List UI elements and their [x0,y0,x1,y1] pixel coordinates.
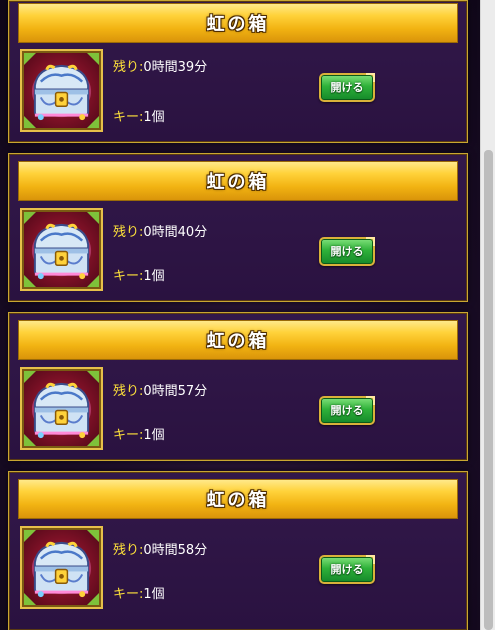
rainbow-box-card: 虹の箱 残り:0時間58分 キー:1個 開ける [8,471,468,630]
remaining-time: 残り:0時間58分 [113,539,207,558]
key-label: キー: [113,428,144,443]
open-button[interactable]: 開ける [319,73,375,102]
rainbow-chest-icon [27,215,96,284]
open-button[interactable]: 開ける [319,237,375,266]
rainbow-box-list: 虹の箱 残り:0時間39分 キー:1個 開ける 虹の箱 残り:0時間40分 キー… [0,0,480,630]
chest-frame [20,526,103,609]
chest-frame [20,367,103,450]
card-title: 虹の箱 [206,14,270,35]
key-count: キー:1個 [113,424,165,443]
rainbow-chest-icon [27,533,96,602]
card-title: 虹の箱 [206,172,270,193]
key-count: キー:1個 [113,583,165,602]
card-header: 虹の箱 [18,479,458,519]
key-count: キー:1個 [113,106,165,125]
remaining-time: 残り:0時間39分 [113,56,207,75]
rainbow-box-card: 虹の箱 残り:0時間40分 キー:1個 開ける [8,153,468,302]
remaining-label: 残り: [113,225,144,240]
remaining-time: 残り:0時間40分 [113,221,207,240]
key-value: 1個 [143,110,165,125]
remaining-value: 0時間39分 [143,60,208,75]
remaining-label: 残り: [113,60,144,75]
rainbow-box-card: 虹の箱 残り:0時間57分 キー:1個 開ける [8,312,468,461]
key-label: キー: [113,110,144,125]
chest-frame [20,208,103,291]
card-title: 虹の箱 [206,490,270,511]
scrollbar[interactable] [480,0,495,630]
key-label: キー: [113,587,144,602]
key-label: キー: [113,269,144,284]
open-button[interactable]: 開ける [319,555,375,584]
remaining-label: 残り: [113,543,144,558]
rainbow-box-card: 虹の箱 残り:0時間39分 キー:1個 開ける [8,0,468,143]
key-value: 1個 [143,428,165,443]
remaining-time: 残り:0時間57分 [113,380,207,399]
rainbow-chest-icon [27,56,96,125]
open-button[interactable]: 開ける [319,396,375,425]
scrollbar-thumb[interactable] [484,150,493,630]
key-value: 1個 [143,269,165,284]
rainbow-chest-icon [27,374,96,443]
card-header: 虹の箱 [18,3,458,43]
remaining-value: 0時間40分 [143,225,208,240]
key-value: 1個 [143,587,165,602]
card-title: 虹の箱 [206,331,270,352]
remaining-value: 0時間57分 [143,384,208,399]
chest-frame [20,49,103,132]
remaining-label: 残り: [113,384,144,399]
card-header: 虹の箱 [18,320,458,360]
key-count: キー:1個 [113,265,165,284]
remaining-value: 0時間58分 [143,543,208,558]
card-header: 虹の箱 [18,161,458,201]
